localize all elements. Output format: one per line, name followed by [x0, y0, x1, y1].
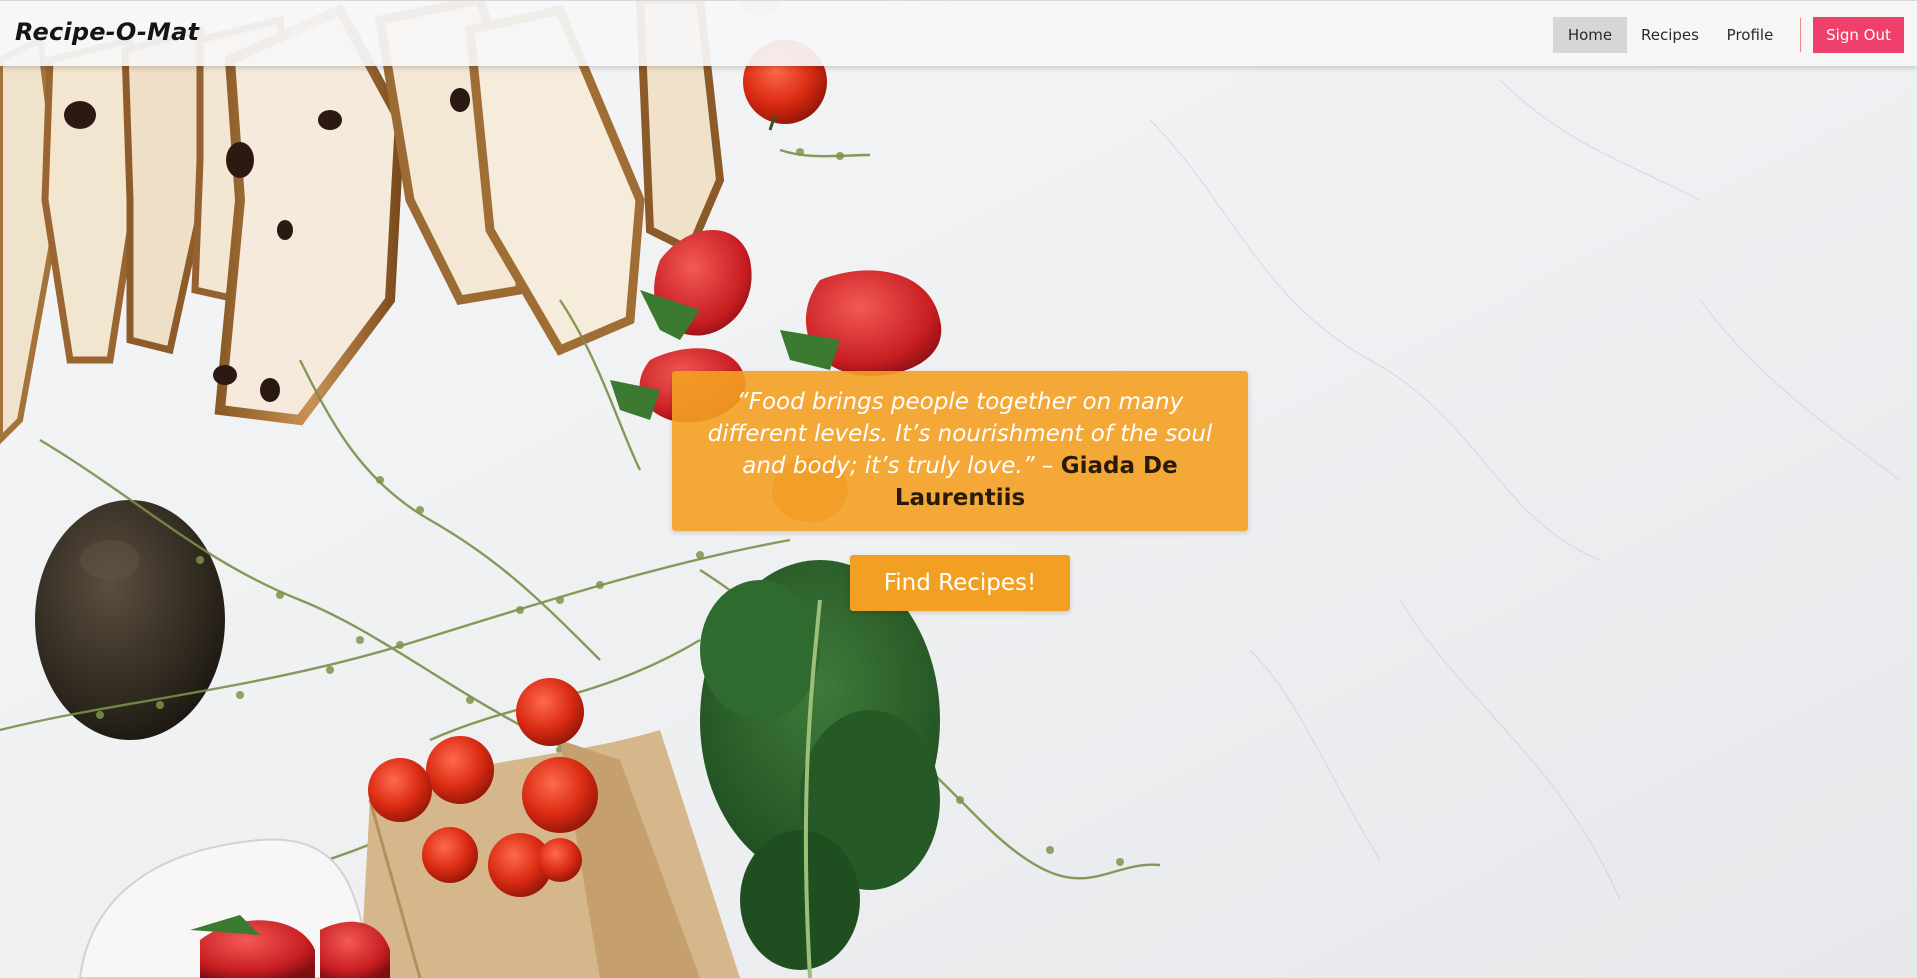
nav-recipes[interactable]: Recipes — [1634, 17, 1706, 53]
top-navbar: Recipe-O-Mat Home Recipes Profile Sign O… — [0, 0, 1917, 66]
nav-divider — [1800, 18, 1801, 52]
nav-home[interactable]: Home — [1553, 17, 1627, 53]
nav-profile[interactable]: Profile — [1714, 17, 1786, 53]
sign-out-button[interactable]: Sign Out — [1813, 17, 1904, 53]
quote-dash: – — [1034, 453, 1061, 479]
quote-box: “Food brings people together on many dif… — [672, 371, 1248, 531]
brand-logo[interactable]: Recipe-O-Mat — [15, 18, 199, 46]
find-recipes-button[interactable]: Find Recipes! — [850, 555, 1070, 611]
